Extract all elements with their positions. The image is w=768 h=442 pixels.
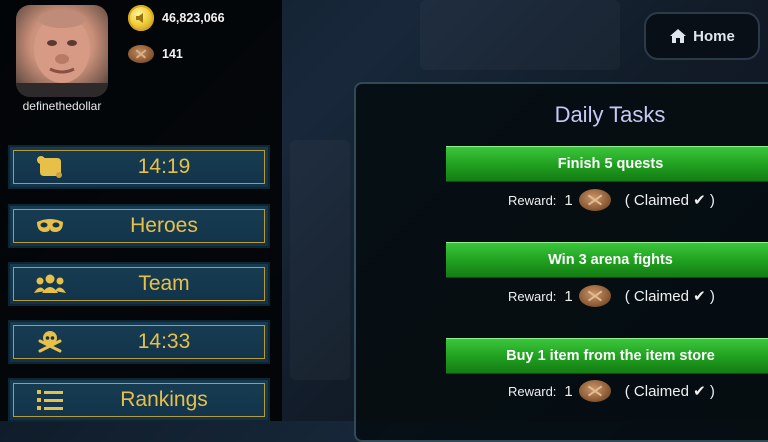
claimed-status: ( Claimed ✔ ) (624, 288, 715, 305)
task-button-buy-item[interactable]: Buy 1 item from the item store (446, 338, 768, 374)
reward-row: Reward: 1 ( Claimed ✔ ) (508, 281, 715, 311)
task-label: Finish 5 quests (557, 156, 664, 172)
reward-amount: 1 (564, 287, 573, 305)
menu-label: Team (138, 272, 190, 295)
bread-icon (128, 45, 154, 63)
reward-row: Reward: 1 ( Claimed ✔ ) (508, 376, 715, 406)
bread-icon (578, 380, 611, 402)
menu-label: 14:19 (137, 155, 191, 178)
panel-title: Daily Tasks (554, 102, 666, 127)
task-label: Buy 1 item from the item store (506, 348, 715, 364)
reward-label: Reward: (508, 288, 557, 304)
bread-icon (578, 285, 611, 307)
background-shelf (290, 140, 350, 380)
claimed-status: ( Claimed ✔ ) (624, 383, 715, 400)
bread-count: 141 (162, 47, 183, 61)
task-label: Win 3 arena fights (548, 252, 673, 268)
menu-button-heroes[interactable]: Heroes (8, 204, 270, 248)
bread-icon (578, 189, 611, 211)
coin-balance: 46,823,066 (128, 5, 225, 31)
reward-amount: 1 (564, 191, 573, 209)
menu-label: Rankings (120, 388, 208, 411)
player-portrait-icon (16, 10, 108, 97)
reward-row: Reward: 1 ( Claimed ✔ ) (508, 185, 715, 215)
sidebar: definethedollar 46,823,066 141 14:19 Her… (0, 0, 282, 422)
username: definethedollar (22, 99, 102, 113)
bread-balance: 141 (128, 41, 183, 67)
background-shelf (420, 0, 620, 70)
home-label: Home (693, 27, 735, 45)
claimed-status: ( Claimed ✔ ) (624, 192, 715, 209)
home-button[interactable]: Home (644, 12, 760, 60)
coin-icon (128, 5, 154, 31)
house-icon (670, 29, 687, 43)
menu-button-timer-1[interactable]: 14:19 (8, 145, 270, 189)
task-button-finish-quests[interactable]: Finish 5 quests (446, 146, 768, 182)
reward-label: Reward: (508, 192, 557, 208)
reward-amount: 1 (564, 382, 573, 400)
menu-button-rankings[interactable]: Rankings (8, 378, 270, 422)
menu-button-timer-2[interactable]: 14:33 (8, 320, 270, 364)
coin-count: 46,823,066 (162, 11, 225, 25)
reward-label: Reward: (508, 383, 557, 399)
task-button-win-arena[interactable]: Win 3 arena fights (446, 242, 768, 278)
player-avatar[interactable] (16, 5, 108, 97)
menu-label: Heroes (130, 214, 198, 237)
menu-button-team[interactable]: Team (8, 262, 270, 306)
menu-label: 14:33 (137, 330, 191, 353)
